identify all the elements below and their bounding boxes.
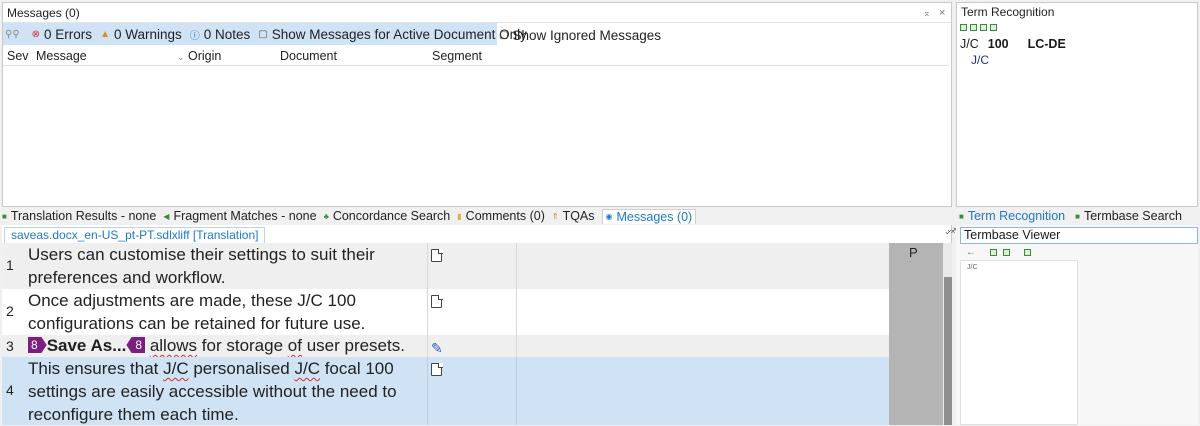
segment-row[interactable]: 1 Users can customise their settings to … — [2, 243, 942, 289]
document-icon — [431, 248, 443, 262]
edit-term-icon[interactable] — [970, 23, 977, 31]
right-tab-strip: ■ Term Recognition ■ Termbase Search — [956, 207, 1198, 225]
termbase-search-icon: ■ — [1075, 211, 1080, 221]
source-text[interactable]: Users can customise their settings to su… — [28, 243, 420, 289]
segment-status-cell[interactable]: ✎ — [427, 335, 517, 357]
translation-results-icon: ■ — [2, 211, 7, 221]
column-header-message[interactable]: Message — [36, 49, 87, 63]
segment-status-cell[interactable] — [427, 357, 517, 425]
close-icon[interactable]: × — [939, 3, 945, 23]
segment-number: 3 — [6, 338, 14, 354]
messages-panel: Messages (0) ⌅ × ⚲⚲ ⊗ 0 Errors ▲ 0 Warning… — [2, 2, 952, 207]
segment-number: 2 — [6, 303, 14, 319]
document-icon — [431, 362, 443, 376]
tab-concordance-search[interactable]: ♣ Concordance Search — [324, 209, 451, 223]
column-header-sev[interactable]: Sev — [7, 49, 29, 63]
segment-row[interactable]: 3 8 Save As... 8 allows for storage of use… — [2, 335, 942, 357]
document-icon: ▢ — [258, 28, 268, 40]
termbase-viewer-panel: ⌄× Termbase Viewer ← J/C — [944, 225, 1198, 425]
messages-toolbar: ⚲⚲ ⊗ 0 Errors ▲ 0 Warnings ⓘ 0 Notes ▢ Show … — [3, 23, 527, 45]
term-translation[interactable]: J/C — [971, 53, 989, 67]
segment-status-cell[interactable] — [427, 289, 517, 335]
termbase-toolbar: ← — [966, 247, 1031, 258]
segment-row[interactable]: 2 Once adjustments are made, these J/C 1… — [2, 289, 942, 335]
messages-title-text: Messages (0) — [7, 6, 80, 20]
editor-grid: saveas.docx_en-US_pt-PT.sdlxliff [Transl… — [2, 225, 957, 425]
tag-close[interactable]: 8 — [126, 337, 146, 353]
filter-icons[interactable]: ⚲⚲ — [5, 29, 24, 40]
segment-number: 1 — [6, 257, 14, 273]
messages-panel-title: Messages (0) ⌅ × — [3, 3, 951, 23]
back-arrow-icon[interactable]: ← — [966, 247, 976, 258]
bottom-tab-strip: ■ Translation Results - none ◀ Fragment Ma… — [2, 207, 952, 225]
source-text[interactable]: 8 Save As... 8 allows for storage of user … — [28, 334, 420, 357]
term-panel-title: Term Recognition — [957, 3, 1197, 21]
warnings-filter[interactable]: ▲ 0 Warnings — [100, 27, 182, 42]
target-cell[interactable] — [517, 335, 889, 357]
target-cell[interactable] — [517, 357, 889, 425]
column-header-document[interactable]: Document — [280, 49, 337, 63]
termbase-viewer-title: Termbase Viewer — [960, 227, 1198, 244]
show-ignored-toggle[interactable]: ▢ Show Ignored Messages — [499, 24, 661, 46]
sort-arrow-icon: ⌄ — [177, 52, 185, 62]
target-cell[interactable] — [517, 243, 889, 289]
concordance-icon: ♣ — [323, 211, 329, 221]
termbase-entry-pane: J/C — [960, 260, 1078, 425]
edit-entry-icon[interactable] — [1003, 249, 1010, 256]
term-toolbar — [957, 21, 1197, 33]
target-cell[interactable] — [517, 289, 889, 335]
add-entry-icon[interactable] — [990, 249, 997, 256]
segment-row-selected[interactable]: 4 This ensures that J/C personalised J/C… — [2, 357, 942, 425]
messages-tab-icon: ◉ — [605, 212, 613, 221]
tqa-icon: ⇑ — [551, 211, 559, 221]
comments-icon: ▮ — [457, 211, 462, 221]
active-document-only-toggle[interactable]: ▢ Show Messages for Active Document Only — [258, 27, 527, 42]
error-icon: ⊗ — [31, 28, 41, 40]
tab-termbase-search[interactable]: ■ Termbase Search — [1075, 209, 1182, 223]
tab-fragment-matches[interactable]: ◀ Fragment Matches - none — [163, 209, 316, 223]
errors-filter[interactable]: ⊗ 0 Errors — [32, 27, 92, 42]
tab-comments[interactable]: ▮ Comments (0) — [457, 209, 545, 223]
notes-filter[interactable]: ⓘ 0 Notes — [190, 27, 251, 42]
segment-status-cell[interactable] — [427, 243, 517, 289]
add-term-icon[interactable] — [960, 23, 967, 31]
flag-icon[interactable] — [1024, 249, 1031, 256]
status-letter: P — [909, 245, 918, 260]
termbase-entry-label: J/C — [967, 264, 978, 271]
term-recognition-icon: ■ — [959, 211, 964, 221]
messages-table-header: Sev Message ⌄ Origin Document Segment — [3, 46, 949, 66]
tab-tqas[interactable]: ⇑ TQAs — [552, 209, 595, 223]
document-icon: ▢ — [499, 29, 509, 41]
term-result-row[interactable]: J/C 100 LC-DE — [960, 37, 1066, 51]
tab-translation-results[interactable]: ■ Translation Results - none — [2, 209, 156, 223]
tab-term-recognition[interactable]: ■ Term Recognition — [956, 209, 1068, 223]
document-tab[interactable]: saveas.docx_en-US_pt-PT.sdlxliff [Transl… — [4, 227, 266, 243]
settings-term-icon[interactable] — [990, 23, 997, 31]
pin-icon[interactable]: ⌅ — [923, 3, 931, 23]
column-header-segment[interactable]: Segment — [432, 49, 482, 63]
status-column — [889, 243, 943, 425]
document-icon — [431, 294, 443, 308]
scrollbar-thumb[interactable] — [944, 277, 952, 425]
warning-icon: ▲ — [100, 28, 110, 40]
source-text[interactable]: Once adjustments are made, these J/C 100… — [28, 289, 420, 335]
term-recognition-panel: Term Recognition J/C 100 LC-DE J/C — [956, 2, 1198, 207]
delete-term-icon[interactable] — [980, 23, 987, 31]
tag-open[interactable]: 8 — [28, 337, 47, 353]
column-header-origin[interactable]: Origin — [188, 49, 221, 63]
termbase-close-icon[interactable]: ⌄× — [944, 227, 955, 236]
info-icon: ⓘ — [189, 30, 200, 42]
tab-messages[interactable]: ◉ Messages (0) — [601, 208, 697, 224]
source-text[interactable]: This ensures that J/C personalised J/C f… — [28, 357, 420, 426]
fragment-matches-icon: ◀ — [163, 211, 170, 221]
segment-number: 4 — [6, 382, 14, 398]
